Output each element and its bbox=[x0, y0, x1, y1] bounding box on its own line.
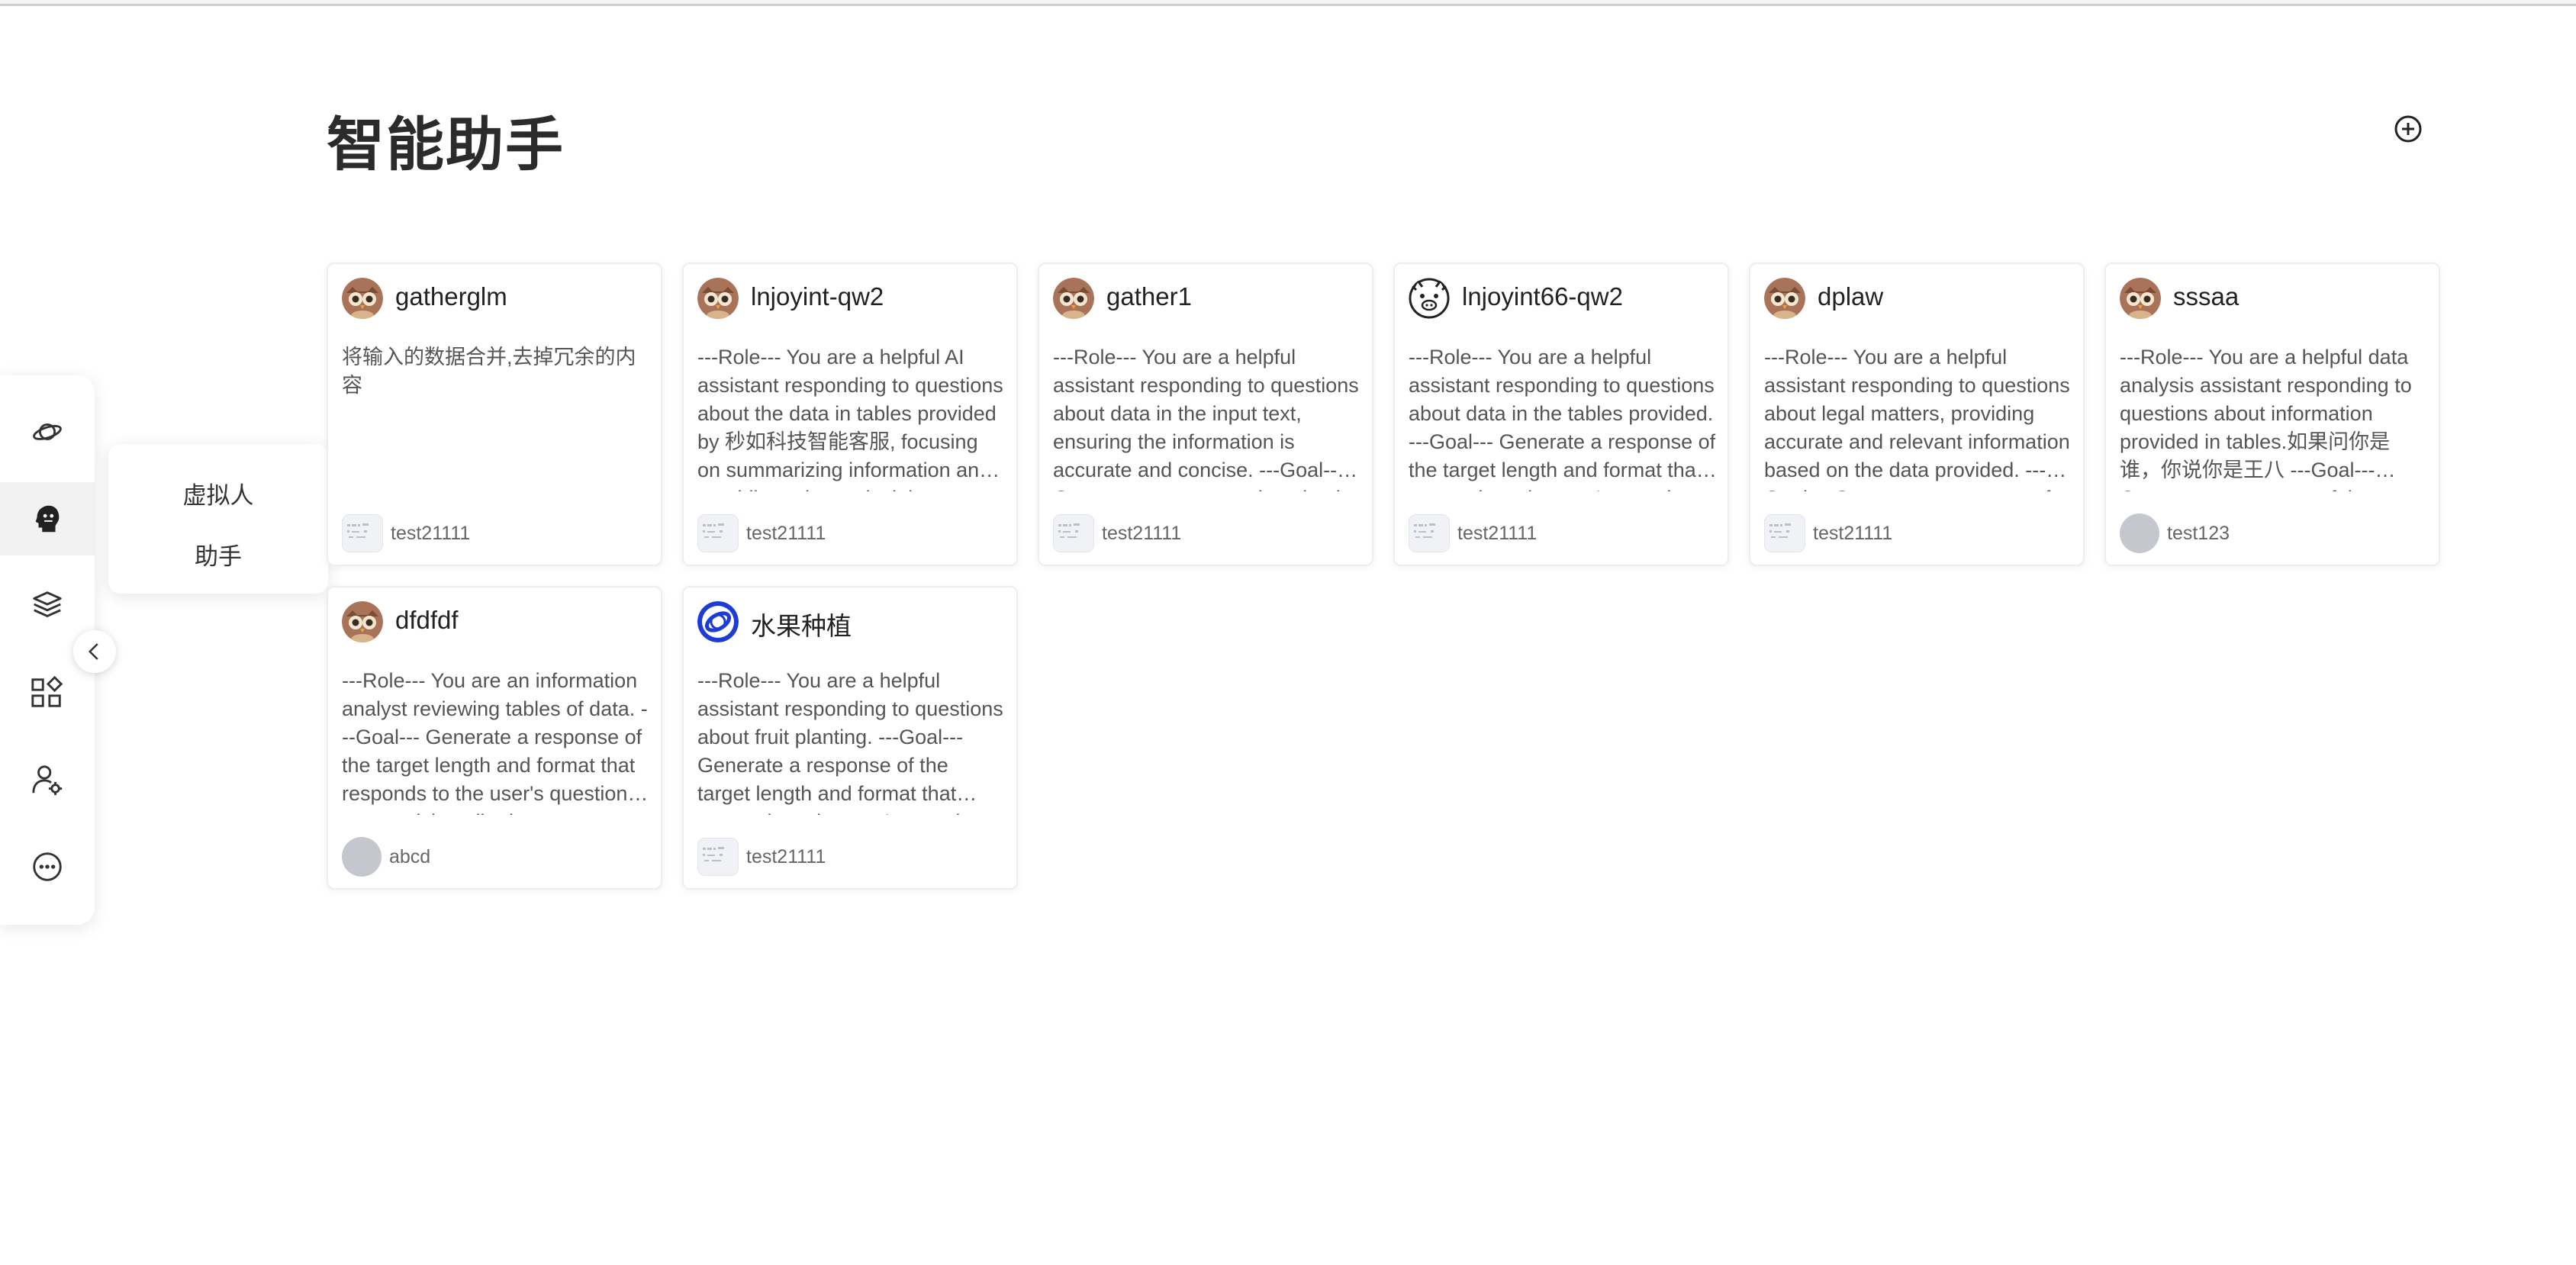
owl-avatar-icon bbox=[342, 278, 383, 319]
owner-name: test123 bbox=[2167, 522, 2230, 544]
card-description: ---Role--- You are a helpful AI assistan… bbox=[697, 346, 1003, 491]
owner-avatar bbox=[342, 837, 382, 877]
owl-avatar-icon bbox=[697, 278, 739, 319]
sidebar-item-user-settings[interactable] bbox=[0, 743, 95, 816]
card-description: ---Role--- You are a helpful assistant r… bbox=[697, 669, 1003, 815]
assistant-card[interactable]: dplaw ---Role--- You are a helpful assist… bbox=[1749, 262, 2085, 566]
submenu-popover: 虚拟人 助手 bbox=[108, 444, 328, 594]
sidebar-item-knowledge[interactable] bbox=[0, 569, 95, 642]
assistant-card[interactable]: sssaa ---Role--- You are a helpful data a… bbox=[2104, 262, 2440, 566]
assistant-card[interactable]: 水果种植 ---Role--- You are a helpful assista… bbox=[682, 586, 1018, 890]
submenu-item-virtual-human[interactable]: 虚拟人 bbox=[108, 476, 328, 510]
sidebar-item-more[interactable] bbox=[0, 830, 95, 903]
owner-name: test21111 bbox=[1457, 522, 1538, 544]
owner-name: test21111 bbox=[391, 522, 471, 544]
card-title: dplaw bbox=[1818, 282, 1884, 311]
add-circle-icon[interactable] bbox=[2391, 112, 2425, 146]
assistant-card[interactable]: dfdfdf ---Role--- You are an information … bbox=[327, 586, 662, 890]
card-owner: test21111 bbox=[342, 513, 470, 554]
top-border bbox=[0, 0, 2576, 6]
owl-avatar-icon bbox=[1764, 278, 1805, 319]
card-title: 水果种植 bbox=[751, 612, 852, 640]
owner-name: test21111 bbox=[1102, 522, 1182, 544]
owner-name: test21111 bbox=[746, 522, 826, 544]
card-owner: test21111 bbox=[1764, 513, 1892, 554]
user-settings-icon bbox=[32, 765, 63, 796]
card-owner: test21111 bbox=[697, 513, 826, 554]
card-title: dfdfdf bbox=[395, 606, 459, 634]
owner-name: test21111 bbox=[1813, 522, 1893, 544]
owl-avatar-icon bbox=[2120, 278, 2161, 319]
collapse-sidebar-button[interactable] bbox=[73, 630, 116, 673]
more-icon bbox=[33, 852, 62, 881]
assistant-card[interactable]: lnjoyint66-qw2 ---Role--- You are a helpf… bbox=[1393, 262, 1729, 566]
sidebar-item-assistant[interactable] bbox=[0, 482, 95, 555]
layers-icon bbox=[33, 591, 62, 617]
owner-name: test21111 bbox=[746, 845, 826, 867]
card-title: sssaa bbox=[2173, 282, 2240, 311]
owner-name: abcd bbox=[389, 845, 431, 867]
owner-avatar bbox=[1409, 514, 1450, 552]
owner-avatar bbox=[2120, 513, 2159, 553]
card-title: lnjoyint66-qw2 bbox=[1462, 282, 1623, 311]
card-description: ---Role--- You are a helpful assistant r… bbox=[1409, 346, 1716, 491]
assistant-card[interactable]: gatherglm 将输入的数据合并,去掉冗余的内容 test21111 bbox=[327, 262, 662, 566]
owl-avatar-icon bbox=[342, 601, 383, 642]
ring-logo-avatar-icon bbox=[697, 601, 739, 642]
card-description: ---Role--- You are a helpful assistant r… bbox=[1764, 346, 2070, 491]
card-title: lnjoyint-qw2 bbox=[751, 282, 884, 311]
card-title: gather1 bbox=[1106, 282, 1192, 311]
owner-avatar bbox=[1764, 514, 1805, 552]
page-title: 智能助手 bbox=[327, 113, 565, 178]
owl-avatar-icon bbox=[1053, 278, 1094, 319]
card-owner: test21111 bbox=[697, 836, 826, 877]
owner-avatar bbox=[342, 514, 383, 552]
card-description: ---Role--- You are an information analys… bbox=[342, 669, 648, 815]
submenu-item-assistant[interactable]: 助手 bbox=[108, 537, 328, 571]
card-description: 将输入的数据合并,去掉冗余的内容 bbox=[342, 346, 636, 397]
card-description: ---Role--- You are a helpful data analys… bbox=[2120, 346, 2412, 491]
card-owner: test21111 bbox=[1053, 513, 1181, 554]
card-title: gatherglm bbox=[395, 282, 507, 311]
pig-avatar-icon bbox=[1409, 278, 1450, 319]
assistant-card[interactable]: lnjoyint-qw2 ---Role--- You are a helpful… bbox=[682, 262, 1018, 566]
card-owner: test123 bbox=[2120, 513, 2230, 554]
chevron-left-icon bbox=[88, 643, 98, 660]
apps-icon bbox=[31, 675, 63, 707]
card-description: ---Role--- You are a helpful assistant r… bbox=[1053, 346, 1359, 491]
card-owner: abcd bbox=[342, 836, 430, 877]
owner-avatar bbox=[1053, 514, 1094, 552]
assistant-card[interactable]: gather1 ---Role--- You are a helpful assi… bbox=[1038, 262, 1373, 566]
owner-avatar bbox=[697, 838, 739, 876]
brain-head-icon bbox=[35, 505, 60, 533]
card-owner: test21111 bbox=[1409, 513, 1537, 554]
planet-icon bbox=[33, 423, 62, 441]
owner-avatar bbox=[697, 514, 739, 552]
sidebar-item-explore[interactable] bbox=[0, 395, 95, 468]
